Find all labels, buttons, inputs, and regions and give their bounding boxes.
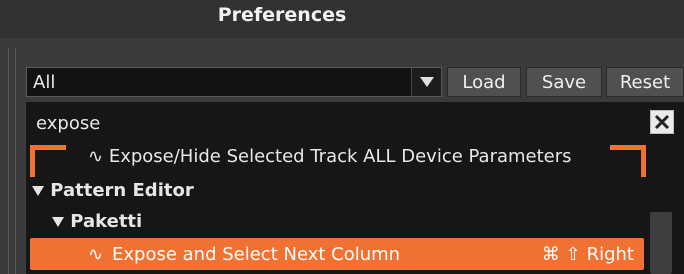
highlight-bracket-right bbox=[610, 145, 646, 177]
scrollbar[interactable] bbox=[650, 212, 672, 274]
group-label: Pattern Editor bbox=[50, 180, 194, 201]
midi-glyph: ∿ bbox=[88, 146, 104, 167]
clear-search-icon[interactable] bbox=[650, 110, 674, 134]
midi-glyph: ∿ bbox=[88, 243, 104, 265]
group-label: Paketti bbox=[70, 211, 143, 232]
shortcut: ⌘ ⇧ Right bbox=[542, 244, 634, 265]
shortcut-modifiers: ⌘ ⇧ bbox=[541, 243, 581, 265]
load-button[interactable]: Load bbox=[447, 67, 521, 97]
result-item-label: Expose and Select Next Column bbox=[112, 243, 401, 265]
preset-dropdown[interactable]: All bbox=[26, 67, 442, 97]
result-item-label: Expose/Hide Selected Track ALL Device Pa… bbox=[108, 146, 572, 167]
reset-button[interactable]: Reset bbox=[606, 67, 684, 97]
title-bar: Preferences bbox=[0, 0, 684, 38]
selected-result-item[interactable]: ∿ Expose and Select Next Column ⌘ ⇧ Righ… bbox=[30, 238, 644, 270]
preset-dropdown-value: All bbox=[33, 71, 56, 93]
frame-divider bbox=[8, 48, 9, 274]
disclosure-triangle-icon[interactable] bbox=[52, 211, 70, 232]
frame-divider bbox=[15, 48, 16, 274]
shortcut-key: Right bbox=[586, 243, 634, 265]
window-title: Preferences bbox=[217, 4, 347, 26]
disclosure-triangle-icon[interactable] bbox=[32, 180, 50, 201]
save-button[interactable]: Save bbox=[526, 67, 602, 97]
group-paketti[interactable]: Paketti bbox=[52, 211, 142, 232]
group-pattern-editor[interactable]: Pattern Editor bbox=[32, 180, 194, 201]
highlight-bracket-left bbox=[30, 145, 66, 177]
result-item[interactable]: ∿ Expose/Hide Selected Track ALL Device … bbox=[88, 146, 572, 167]
combo-arrow-icon[interactable] bbox=[411, 68, 441, 96]
search-input[interactable]: expose bbox=[36, 113, 100, 134]
